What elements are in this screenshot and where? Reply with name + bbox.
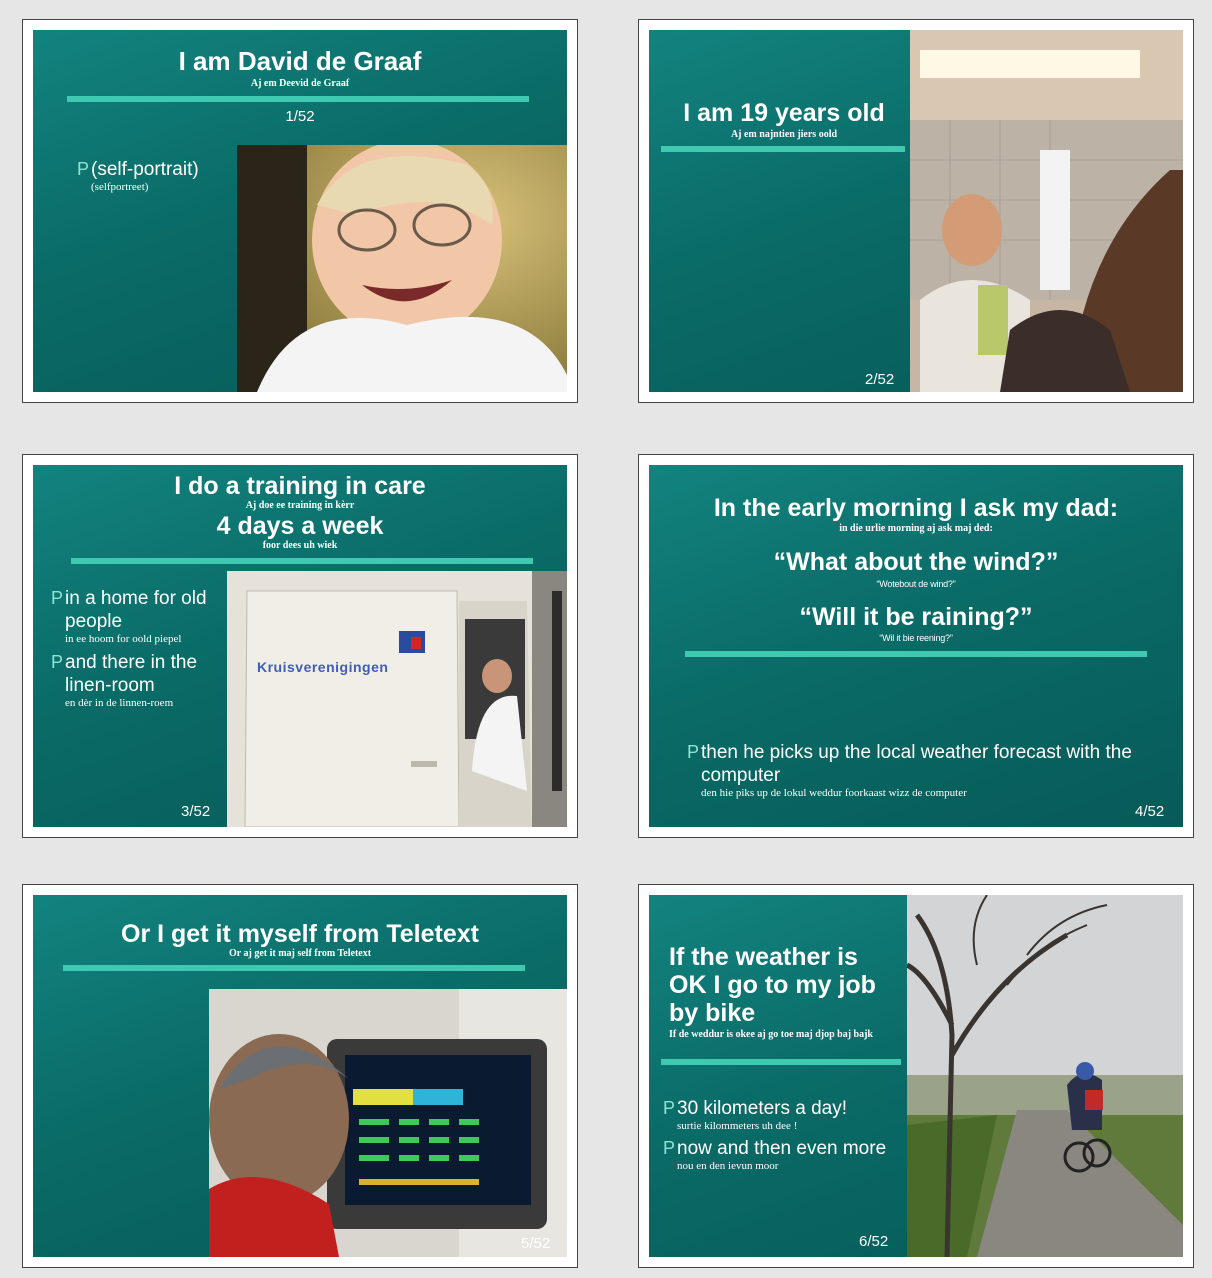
title-rule xyxy=(661,1059,901,1065)
slide-title: In the early morning I ask my dad: xyxy=(713,494,1119,522)
title-rule xyxy=(71,558,533,564)
bullet-item: P now and then even more nou en den ievu… xyxy=(663,1137,893,1173)
bullet-text: now and then even more xyxy=(677,1138,887,1159)
bullet-marker: P xyxy=(663,1138,676,1158)
mirror-photo xyxy=(910,30,1183,392)
slide-subtitle: Aj em najntien jiers oold xyxy=(730,129,838,140)
page-number: 2/52 xyxy=(865,371,895,388)
slide-frame-3[interactable]: I do a training in care Aj doe ee traini… xyxy=(22,454,578,838)
slide-3: I do a training in care Aj doe ee traini… xyxy=(33,465,567,827)
bullet-translation: (selfportreet) xyxy=(91,181,149,193)
slide-2: I am 19 years old Aj em najntien jiers o… xyxy=(649,30,1183,392)
title-rule xyxy=(685,651,1147,657)
slide-5: Or I get it myself from Teletext Or aj g… xyxy=(33,895,567,1257)
bullet-text: 30 kilometers a day! xyxy=(677,1098,848,1119)
bullet-translation: in ee hoom for oold piepel xyxy=(65,633,182,645)
bullet-item: P 30 kilometers a day! surtie kilommeter… xyxy=(663,1097,903,1133)
bullet-translation: en dèr in de linnen-roem xyxy=(65,697,174,709)
van-photo: Kruisverenigingen xyxy=(227,571,567,827)
page-number: 6/52 xyxy=(859,1233,889,1250)
slide-frame-6[interactable]: If the weather is OK I go to my job by b… xyxy=(638,884,1194,1268)
bullet-text: in a home for old people xyxy=(65,588,207,632)
title-rule xyxy=(661,146,905,152)
slide-subtitle-line-2: foor dees uh wiek xyxy=(262,540,338,551)
teletext-photo xyxy=(209,989,567,1257)
quote-1-translation: “Wotebout de wind?” xyxy=(876,579,956,589)
bullet-marker: P xyxy=(687,742,700,762)
page-number: 5/52 xyxy=(521,1235,551,1252)
page-number: 1/52 xyxy=(285,108,315,125)
bullet-translation: nou en den ievun moor xyxy=(677,1160,779,1172)
bullet-item: P then he picks up the local weather for… xyxy=(687,741,1157,800)
bullet-item: P and there in the linen-room en dèr in … xyxy=(51,651,221,710)
slide-title: Or I get it myself from Teletext xyxy=(121,920,479,948)
slide-frame-5[interactable]: Or I get it myself from Teletext Or aj g… xyxy=(22,884,578,1268)
bike-photo xyxy=(907,895,1183,1257)
slide-title: I am David de Graaf xyxy=(178,46,422,76)
bullet-translation: den hie piks up de lokul weddur foorkaas… xyxy=(701,787,967,799)
bullet-marker: P xyxy=(77,159,90,179)
van-sign: Kruisverenigingen xyxy=(257,659,389,675)
quote-2-translation: “Wil it bie reening?” xyxy=(879,633,953,643)
bullet-translation: surtie kilommeters uh dee ! xyxy=(677,1120,798,1132)
page-number: 4/52 xyxy=(1135,803,1165,820)
slide-1: I am David de Graaf Aj em Deevid de Graa… xyxy=(33,30,567,392)
slide-title: I am 19 years old xyxy=(683,99,885,127)
slide-frame-4[interactable]: In the early morning I ask my dad: in di… xyxy=(638,454,1194,838)
quote-2: “Will it be raining?” xyxy=(799,603,1033,631)
slide-subtitle: Aj em Deevid de Graaf xyxy=(250,78,350,89)
slide-title-line-2: 4 days a week xyxy=(216,512,384,540)
slide-frame-1[interactable]: I am David de Graaf Aj em Deevid de Graa… xyxy=(22,19,578,403)
page-number: 3/52 xyxy=(181,803,211,820)
bullet-marker: P xyxy=(663,1098,676,1118)
bullet-marker: P xyxy=(51,588,64,608)
bullet-text: (self-portrait) xyxy=(91,159,199,180)
slide-subtitle-line-1: Aj doe ee training in kèrr xyxy=(245,500,355,511)
slide-subtitle: Or aj get it maj self from Teletext xyxy=(228,948,372,959)
slide-title-line-1: I do a training in care xyxy=(174,472,426,500)
bullet-text: and there in the linen-room xyxy=(65,652,198,696)
slide-4: In the early morning I ask my dad: in di… xyxy=(649,465,1183,827)
slide-subtitle: in die urlie morning aj ask maj ded: xyxy=(839,523,993,534)
title-rule xyxy=(63,965,525,971)
bullet-item: P in a home for old people in ee hoom fo… xyxy=(51,587,221,646)
slide-frame-2[interactable]: I am 19 years old Aj em najntien jiers o… xyxy=(638,19,1194,403)
slide-title: If the weather is OK I go to my job by b… xyxy=(669,943,876,1027)
quote-1: “What about the wind?” xyxy=(773,548,1059,576)
bullet-text: then he picks up the local weather forec… xyxy=(701,742,1132,786)
bullet-marker: P xyxy=(51,652,64,672)
slide-subtitle: If de weddur is okee aj go toe maj djop … xyxy=(669,1029,873,1040)
bullet-item: P (self-portrait) (selfportreet) xyxy=(77,158,247,194)
slide-6: If the weather is OK I go to my job by b… xyxy=(649,895,1183,1257)
title-rule xyxy=(67,96,529,102)
self-portrait-photo xyxy=(237,145,567,392)
